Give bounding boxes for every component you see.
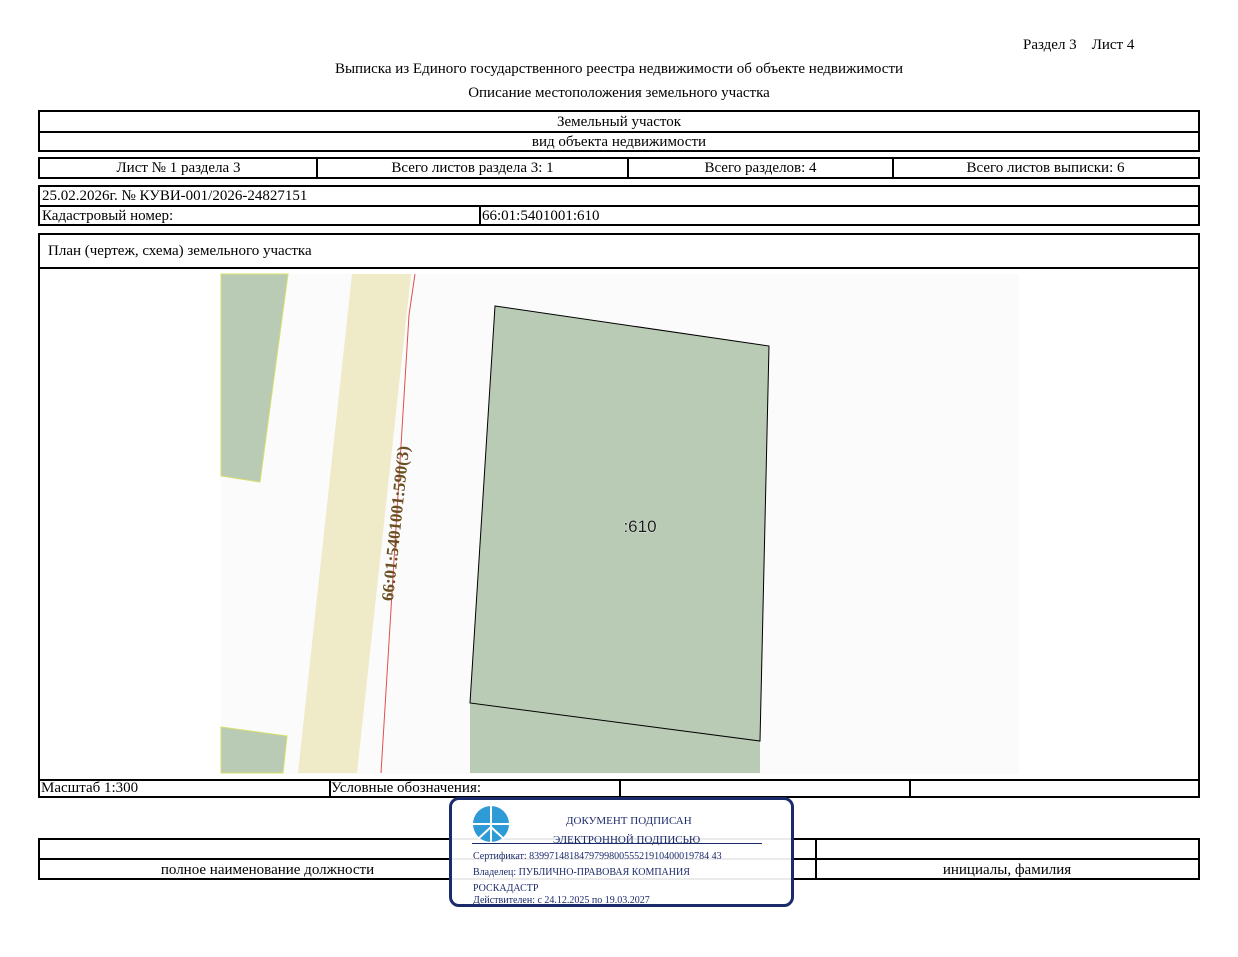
legend-label: Условные обозначения: <box>331 780 482 796</box>
rosreestr-logo-icon <box>473 806 509 842</box>
stamp-line1: ДОКУМЕНТ ПОДПИСАН <box>566 815 692 827</box>
electronic-signature-stamp: ДОКУМЕНТ ПОДПИСАН ЭЛЕКТРОННОЙ ПОДПИСЬЮ С… <box>449 797 794 907</box>
stamp-owner: Владелец: ПУБЛИЧНО-ПРАВОВАЯ КОМПАНИЯ <box>473 867 690 878</box>
stamp-certificate: Сертификат: 8399714818479799800555219104… <box>473 851 722 862</box>
parcel-610 <box>469 305 770 742</box>
stamp-owner-org: РОСКАДАСТР <box>473 883 539 894</box>
parcel-label: :610 <box>623 517 656 536</box>
name-caption: инициалы, фамилия <box>942 861 1072 878</box>
map-scale: Масштаб 1:300 <box>41 780 139 796</box>
scale-legend-row: Масштаб 1:300 Условные обозначения: <box>38 779 1200 798</box>
position-caption: полное наименование должности <box>160 861 375 878</box>
stamp-line2: ЭЛЕКТРОННОЙ ПОДПИСЬЮ <box>553 834 701 846</box>
stamp-validity: Действителен: с 24.12.2025 по 19.03.2027 <box>473 895 650 906</box>
